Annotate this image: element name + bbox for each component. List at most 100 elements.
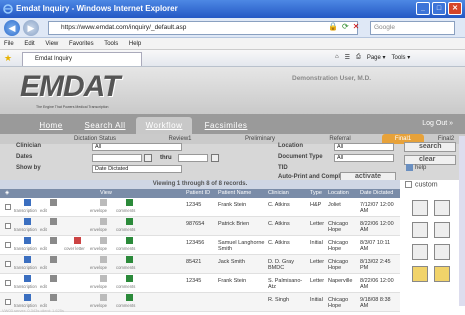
- favorites-star-icon[interactable]: ★: [4, 53, 12, 64]
- cover-letter-label[interactable]: cover letter: [64, 246, 85, 251]
- row-checkbox[interactable]: [5, 280, 11, 286]
- edit-label[interactable]: edit: [40, 284, 47, 289]
- transcription-label[interactable]: transcription: [14, 246, 37, 251]
- nav-workflow[interactable]: Workflow: [136, 117, 192, 134]
- transcription-icon[interactable]: [24, 199, 31, 206]
- col-date-dictated[interactable]: Date Dictated: [360, 189, 393, 198]
- row-checkbox[interactable]: [5, 223, 11, 229]
- location-select[interactable]: All: [334, 143, 394, 151]
- edit-icon[interactable]: [50, 294, 57, 301]
- comments-icon[interactable]: [126, 294, 133, 301]
- col-patient-id[interactable]: Patient ID: [186, 189, 210, 198]
- col-clinician[interactable]: Clinician: [268, 189, 289, 198]
- col-patient-name[interactable]: Patient Name: [218, 189, 251, 198]
- envelope-label[interactable]: envelope: [90, 284, 107, 289]
- nav-search-all[interactable]: Search All: [76, 117, 134, 134]
- fax-icon[interactable]: [412, 200, 428, 216]
- comments-label[interactable]: comments: [116, 246, 135, 251]
- comments-icon[interactable]: [126, 218, 133, 225]
- help-link[interactable]: help: [406, 164, 426, 171]
- edit-label[interactable]: edit: [40, 265, 47, 270]
- col-location[interactable]: Location: [328, 189, 349, 198]
- comments-label[interactable]: comments: [116, 284, 135, 289]
- transcription-label[interactable]: transcription: [14, 265, 37, 270]
- tools-menu[interactable]: Tools ▾: [392, 54, 411, 61]
- comments-icon[interactable]: [126, 256, 133, 263]
- menu-file[interactable]: File: [4, 41, 14, 47]
- feeds-icon[interactable]: ☰: [345, 54, 350, 61]
- browser-tab[interactable]: Emdat Inquiry: [22, 52, 142, 66]
- forward-button[interactable]: ▶: [23, 20, 39, 36]
- envelope-icon[interactable]: [100, 256, 107, 263]
- transcription-label[interactable]: transcription: [14, 284, 37, 289]
- calendar-from-icon[interactable]: [144, 154, 152, 162]
- edit-label[interactable]: edit: [40, 246, 47, 251]
- table-row[interactable]: transcription edit envelope comments 12345 Fr…: [0, 198, 400, 217]
- cover-letter-icon[interactable]: [74, 237, 81, 244]
- edit-label[interactable]: edit: [40, 227, 47, 232]
- envelope-icon[interactable]: [100, 199, 107, 206]
- comments-label[interactable]: comments: [116, 265, 135, 270]
- row-checkbox[interactable]: [5, 261, 11, 267]
- menu-tools[interactable]: Tools: [104, 41, 118, 47]
- transcription-icon[interactable]: [24, 256, 31, 263]
- menu-help[interactable]: Help: [129, 41, 141, 47]
- comments-icon[interactable]: [126, 237, 133, 244]
- envelope-label[interactable]: envelope: [90, 227, 107, 232]
- edit-icon[interactable]: [50, 256, 57, 263]
- row-checkbox[interactable]: [5, 299, 11, 305]
- home-icon[interactable]: ⌂: [335, 54, 339, 61]
- forward-icon[interactable]: [434, 244, 450, 260]
- sign-icon[interactable]: [412, 244, 428, 260]
- search-button[interactable]: search: [404, 142, 456, 152]
- edit-icon[interactable]: [50, 237, 57, 244]
- route-icon[interactable]: [434, 222, 450, 238]
- menu-edit[interactable]: Edit: [24, 41, 34, 47]
- envelope-label[interactable]: envelope: [90, 246, 107, 251]
- table-row[interactable]: transcription edit cover letter envelope com…: [0, 236, 400, 255]
- nav-facsimiles[interactable]: Facsimiles: [196, 117, 256, 134]
- transcription-icon[interactable]: [24, 237, 31, 244]
- comments-label[interactable]: comments: [116, 227, 135, 232]
- print-doc-icon[interactable]: [412, 222, 428, 238]
- reassign-icon[interactable]: [434, 200, 450, 216]
- back-button[interactable]: ◀: [4, 20, 20, 36]
- envelope-label[interactable]: envelope: [90, 265, 107, 270]
- col-type[interactable]: Type: [310, 189, 322, 198]
- envelope-icon[interactable]: [100, 275, 107, 282]
- transcription-icon[interactable]: [24, 275, 31, 282]
- transcription-icon[interactable]: [24, 294, 31, 301]
- row-checkbox[interactable]: [5, 204, 11, 210]
- comments-icon[interactable]: [126, 275, 133, 282]
- comments-label[interactable]: comments: [116, 208, 135, 213]
- nav-home[interactable]: Home: [30, 117, 72, 134]
- archive-icon[interactable]: [434, 266, 450, 282]
- edit-icon[interactable]: [50, 199, 57, 206]
- menu-view[interactable]: View: [45, 41, 58, 47]
- page-menu[interactable]: Page ▾: [367, 54, 386, 61]
- clinician-select[interactable]: All: [92, 143, 182, 151]
- table-row[interactable]: transcription edit envelope comments 987654 P…: [0, 217, 400, 236]
- transcription-label[interactable]: transcription: [14, 208, 37, 213]
- print-icon[interactable]: ⎙: [356, 54, 361, 61]
- menu-favorites[interactable]: Favorites: [69, 41, 94, 47]
- row-checkbox[interactable]: [5, 242, 11, 248]
- envelope-icon[interactable]: [100, 294, 107, 301]
- edit-icon[interactable]: [50, 275, 57, 282]
- vertical-scrollbar[interactable]: [459, 136, 465, 306]
- date-to-input[interactable]: [178, 154, 208, 162]
- logout-link[interactable]: Log Out »: [422, 120, 453, 127]
- browser-search-input[interactable]: Google: [370, 21, 455, 35]
- doctype-select[interactable]: All: [334, 154, 394, 162]
- minimize-button[interactable]: _: [416, 2, 430, 15]
- edit-label[interactable]: edit: [40, 208, 47, 213]
- edit-icon[interactable]: [50, 218, 57, 225]
- transcription-icon[interactable]: [24, 218, 31, 225]
- custom-checkbox[interactable]: [405, 181, 412, 188]
- url-field[interactable]: https://www.emdat.com/inquiry/_default.a…: [48, 21, 358, 35]
- transcription-label[interactable]: transcription: [14, 227, 37, 232]
- maximize-button[interactable]: □: [432, 2, 446, 15]
- folder-icon[interactable]: [412, 266, 428, 282]
- select-all-icon[interactable]: ◈: [5, 189, 9, 198]
- comments-icon[interactable]: [126, 199, 133, 206]
